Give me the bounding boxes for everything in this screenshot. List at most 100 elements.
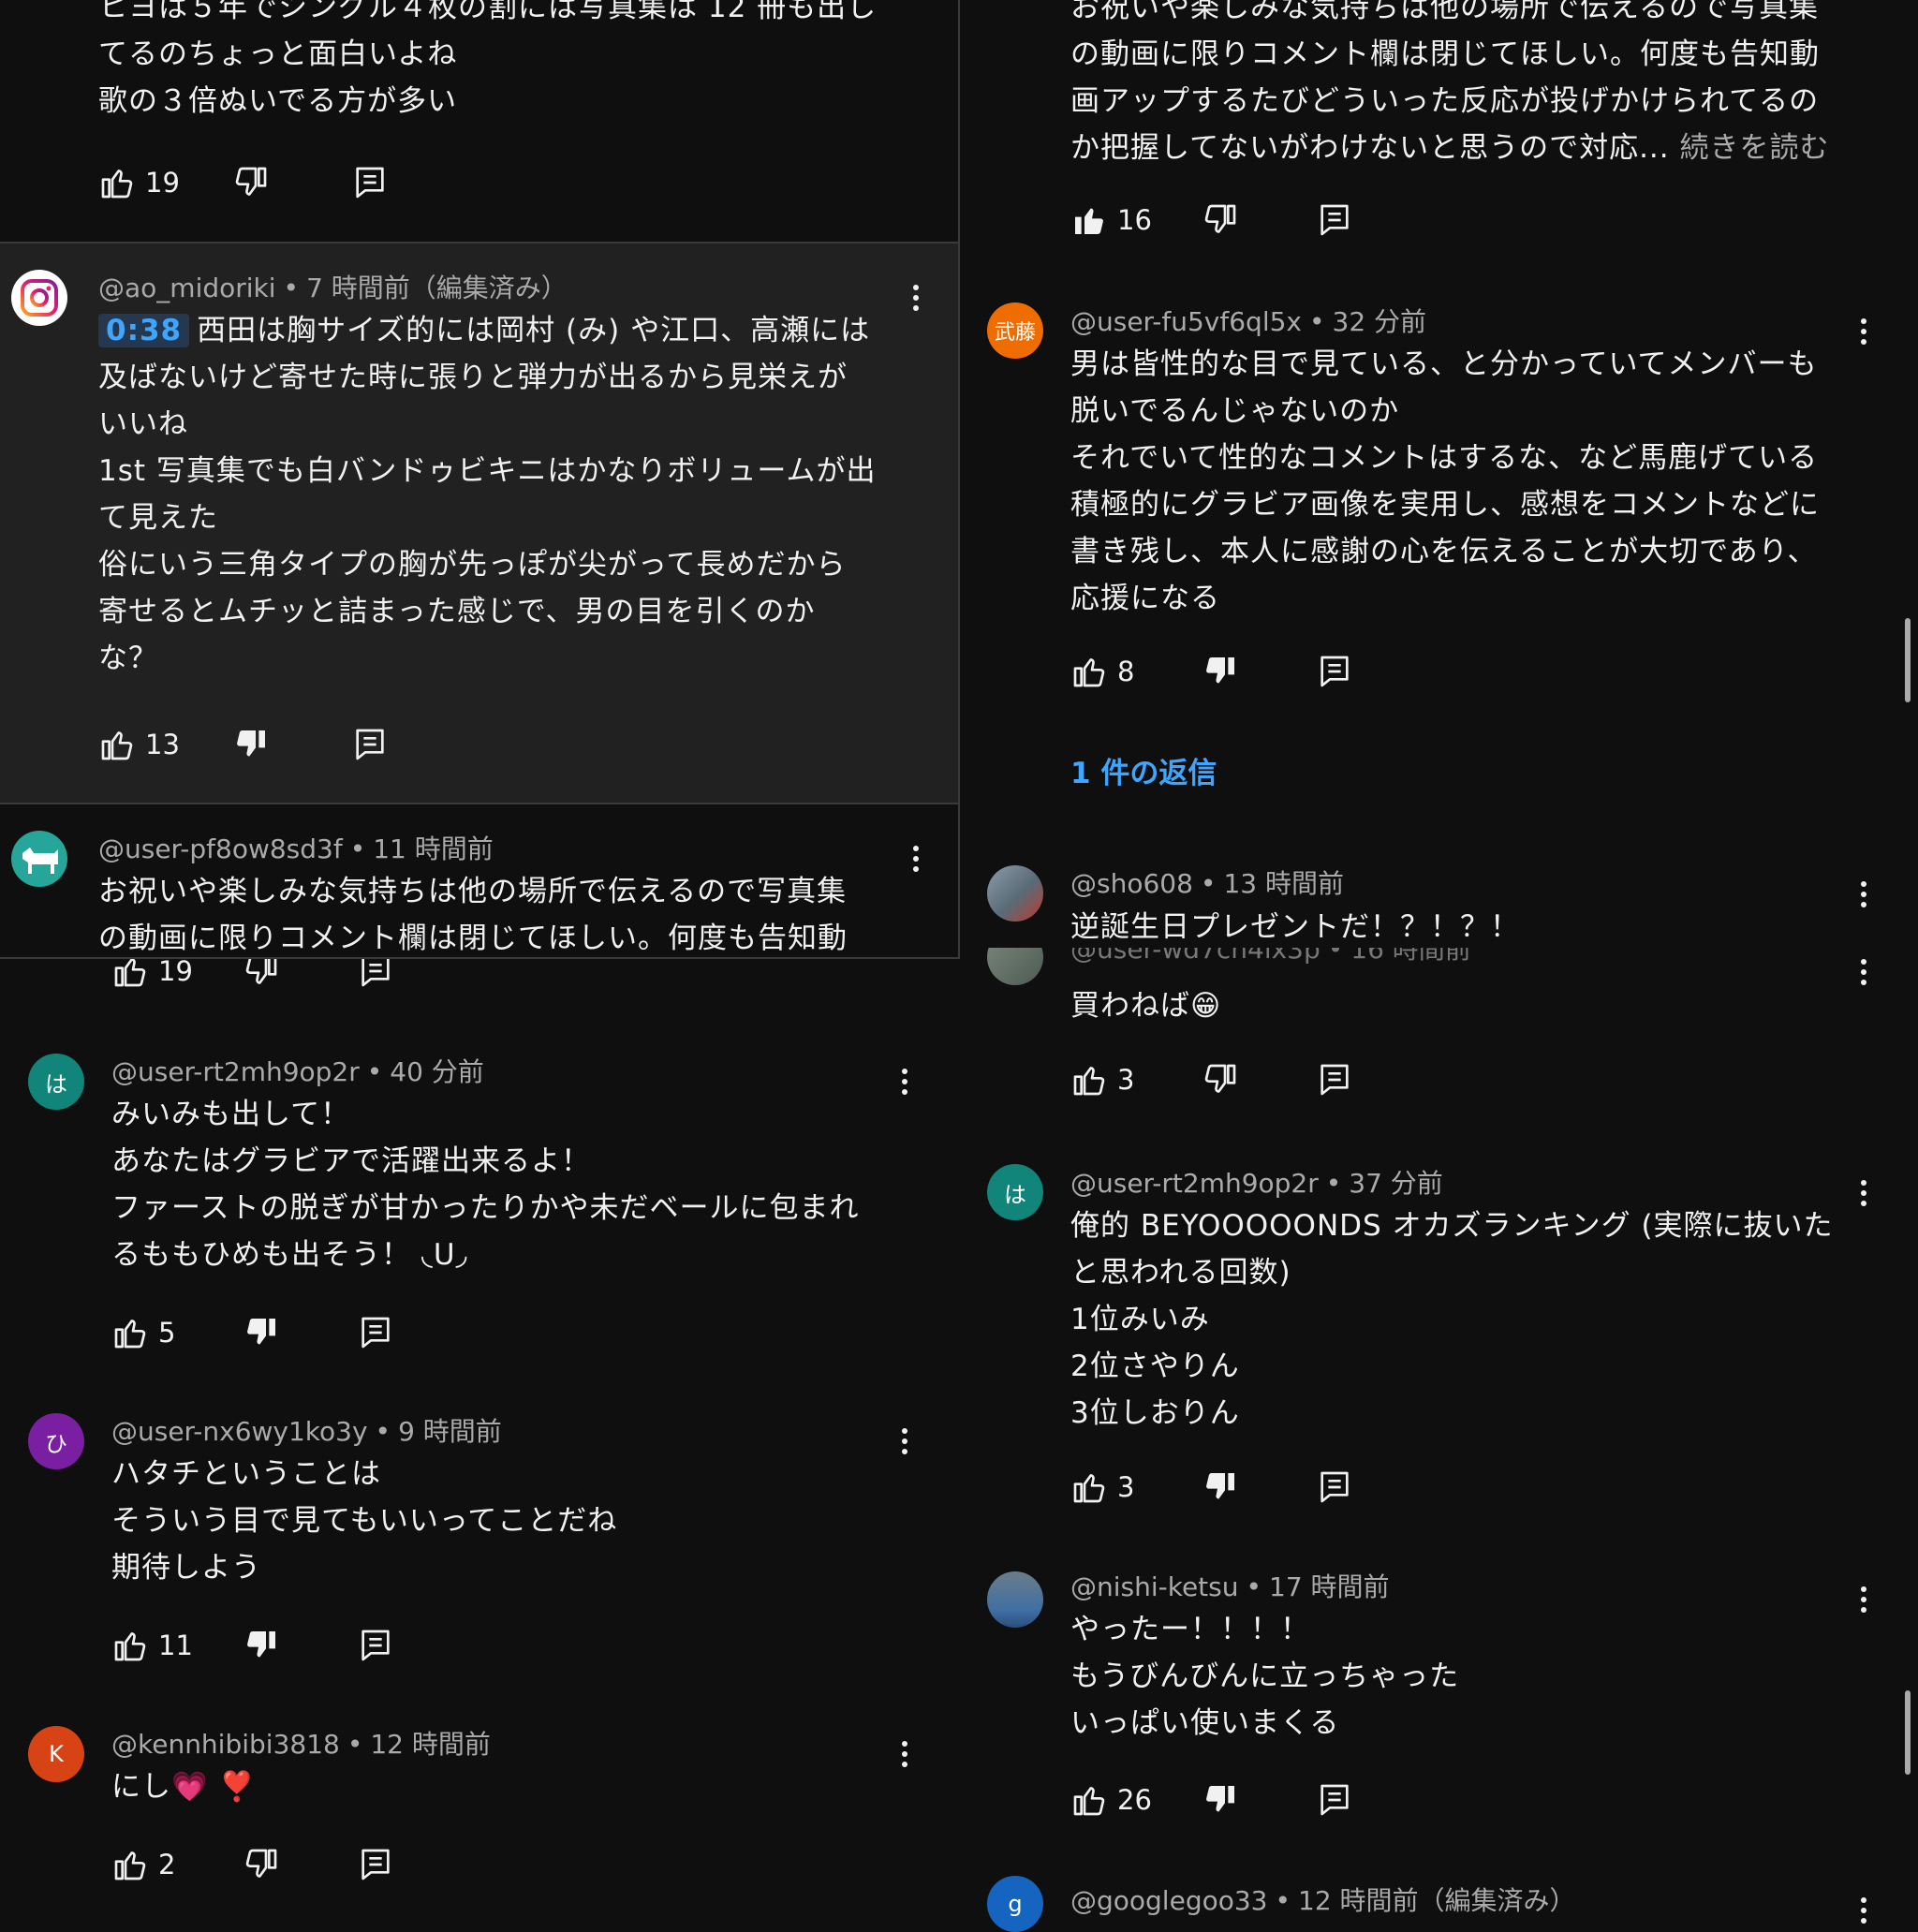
author-handle[interactable]: @user-fu5vf6ql5x: [1070, 306, 1302, 337]
author-handle[interactable]: @sho608: [1070, 868, 1193, 899]
reply-button[interactable]: [1316, 197, 1353, 243]
like-button[interactable]: 2: [111, 1841, 175, 1888]
comment-time: 40 分前: [390, 1056, 484, 1087]
dislike-button[interactable]: [243, 1309, 280, 1356]
thumbs-up-icon: [1070, 1781, 1108, 1819]
avatar[interactable]: ひ: [28, 1413, 84, 1469]
comment-meta: @user-rt2mh9op2r • 40 分前: [111, 1056, 484, 1087]
author-handle[interactable]: @user-nx6wy1ko3y: [111, 1416, 368, 1447]
thumbs-down-icon: [232, 164, 270, 201]
comment-body: 買わねば😁: [1070, 989, 1222, 1023]
reply-button[interactable]: [351, 159, 389, 206]
reply-icon: [1316, 201, 1353, 239]
thumbs-down-icon: [1202, 1781, 1239, 1819]
avatar[interactable]: は: [28, 1054, 84, 1110]
avatar[interactable]: K: [28, 1726, 84, 1782]
avatar[interactable]: [987, 948, 1043, 985]
comment-meta: @user-pf8ow8sd3f • 11 時間前: [98, 833, 494, 864]
author-handle[interactable]: @user-rt2mh9op2r: [1070, 1168, 1319, 1199]
avatar[interactable]: [11, 831, 67, 887]
reply-button[interactable]: [357, 1841, 394, 1888]
right-comment-column: お祝いや楽しみな気持ちは他の場所で伝えるので写真集 の動画に限りコメント欄は閉じ…: [959, 0, 1918, 1932]
avatar-initial: 武藤: [994, 321, 1036, 345]
avatar[interactable]: は: [987, 1164, 1043, 1220]
comment-actions: 3: [1070, 1056, 1445, 1103]
thumbs-down-icon: [232, 726, 270, 763]
dislike-button[interactable]: [1202, 648, 1239, 695]
thumbs-up-icon: [1070, 653, 1108, 690]
like-button[interactable]: 11: [111, 1622, 193, 1669]
dislike-button[interactable]: [243, 1841, 280, 1888]
comment-meta: @ao_midoriki • 7 時間前（編集済み）: [98, 273, 568, 303]
thumbs-up-icon: [111, 1627, 149, 1664]
thumbs-up-icon: [1070, 1061, 1108, 1099]
dislike-button[interactable]: [1202, 197, 1239, 243]
read-more-link[interactable]: 続きを読む: [1680, 131, 1830, 165]
author-handle[interactable]: @user-rt2mh9op2r: [111, 1056, 360, 1087]
avatar[interactable]: [987, 1571, 1043, 1628]
reply-button[interactable]: [1316, 648, 1353, 695]
like-count: 5: [158, 1317, 176, 1349]
like-count: 8: [1117, 656, 1135, 687]
reply-button[interactable]: [357, 1309, 394, 1356]
author-handle[interactable]: @user-pf8ow8sd3f: [98, 833, 343, 864]
like-button[interactable]: 3: [1070, 1056, 1134, 1103]
reply-button[interactable]: [1316, 1777, 1353, 1823]
author-handle[interactable]: @user-wd7ch4ix3p: [1070, 948, 1320, 965]
like-button[interactable]: 19: [98, 159, 180, 206]
reply-button[interactable]: [1316, 1464, 1353, 1511]
comment-time: 12 時間前（編集済み）: [1298, 1885, 1576, 1916]
comment-meta: @user-wd7ch4ix3p • 16 時間前: [1070, 948, 1471, 966]
comment-actions: 11: [111, 1622, 486, 1669]
comment-user-pf8: @user-pf8ow8sd3f • 11 時間前 お祝いや楽しみな気持ちは他の場所…: [0, 803, 958, 957]
like-count: 3: [1117, 1064, 1135, 1096]
avatar-initial: ひ: [45, 1430, 67, 1457]
author-handle[interactable]: @kennhibibi3818: [111, 1729, 340, 1760]
comment-actions: 13: [98, 721, 473, 768]
scrollbar-thumb-lower[interactable]: [1905, 1690, 1911, 1775]
dislike-button[interactable]: [1202, 1777, 1239, 1823]
reply-button[interactable]: [351, 721, 389, 768]
avatar[interactable]: [987, 865, 1043, 922]
author-handle[interactable]: @ao_midoriki: [98, 273, 276, 303]
instagram-icon: [21, 279, 58, 317]
comment-actions: 2: [111, 1841, 486, 1888]
comment-time: 16 時間前: [1350, 948, 1471, 965]
dislike-button[interactable]: [232, 721, 270, 768]
comment-body: 0:38 西田は胸サイズ的には岡村 (み) や江口、高瀬には 及ばないけど寄せた時…: [98, 307, 941, 682]
comment-ao-midoriki: @ao_midoriki • 7 時間前（編集済み） 0:38 西田は胸サイズ的には岡…: [0, 242, 958, 804]
view-replies-link[interactable]: 1 件の返信: [1070, 749, 1217, 791]
more-vert-icon[interactable]: [1850, 1892, 1878, 1929]
comment-time: 17 時間前: [1269, 1571, 1390, 1602]
like-count: 19: [145, 167, 180, 199]
thumbs-up-icon: [111, 1314, 149, 1351]
reply-icon: [1316, 1061, 1353, 1099]
like-button[interactable]: 26: [1070, 1777, 1152, 1823]
thumbs-up-icon: [1070, 201, 1108, 239]
like-button[interactable]: 3: [1070, 1464, 1134, 1511]
dislike-button[interactable]: [1202, 1056, 1239, 1103]
avatar[interactable]: 武藤: [987, 302, 1043, 359]
like-button[interactable]: 5: [111, 1309, 175, 1356]
reply-icon: [357, 1314, 394, 1351]
dislike-button[interactable]: [232, 159, 270, 206]
comment-body: みいみも出して！ あなたはグラビアで活躍出来るよ！ ファーストの脱ぎが甘かったり…: [111, 1098, 860, 1272]
thumbs-down-icon: [1202, 1468, 1239, 1506]
avatar[interactable]: g: [987, 1876, 1043, 1932]
avatar[interactable]: [11, 270, 67, 326]
like-button[interactable]: 16: [1070, 197, 1152, 243]
scrollbar-thumb-upper[interactable]: [1905, 618, 1911, 702]
dog-avatar-icon: [22, 848, 58, 874]
reply-icon: [357, 1627, 394, 1664]
reply-icon: [351, 726, 389, 763]
comment-meta: @kennhibibi3818 • 12 時間前: [111, 1729, 491, 1760]
reply-button[interactable]: [357, 1622, 394, 1669]
like-button[interactable]: 8: [1070, 648, 1134, 695]
dislike-button[interactable]: [243, 1622, 280, 1669]
reply-button[interactable]: [1316, 1056, 1353, 1103]
author-handle[interactable]: @nishi-ketsu: [1070, 1571, 1239, 1602]
author-handle[interactable]: @googlegoo33: [1070, 1885, 1267, 1916]
timestamp-link[interactable]: 0:38: [98, 314, 190, 347]
dislike-button[interactable]: [1202, 1464, 1239, 1511]
like-button[interactable]: 13: [98, 721, 180, 768]
